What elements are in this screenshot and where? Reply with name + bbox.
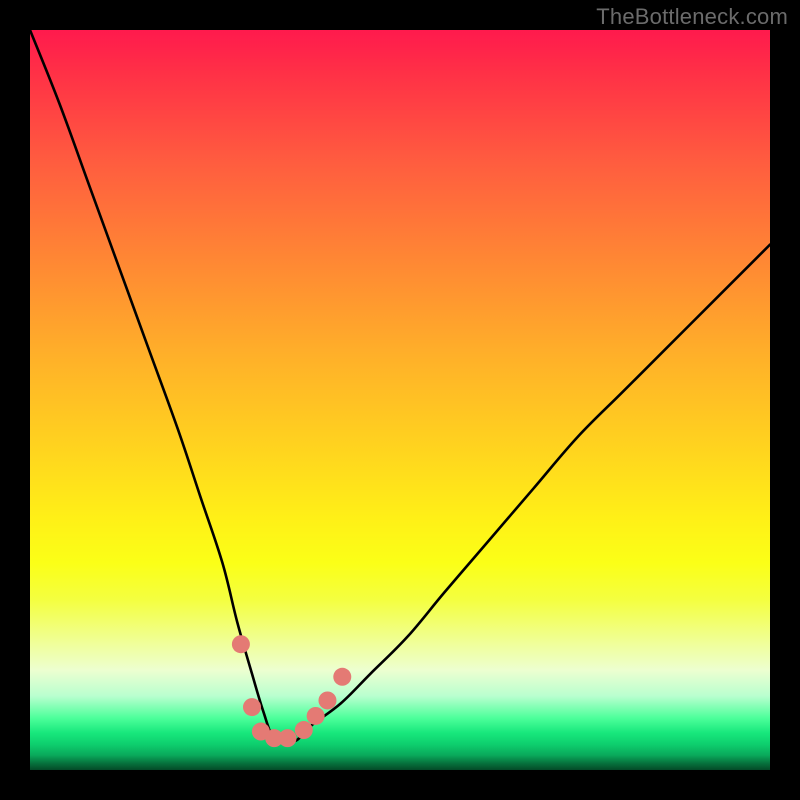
bottleneck-curve [30,30,770,743]
frame-right [770,0,800,800]
frame-bottom [0,770,800,800]
curve-marker [232,635,250,653]
curve-marker [243,698,261,716]
frame-left [0,0,30,800]
bottleneck-curve-svg [30,30,770,770]
curve-marker [307,707,325,725]
watermark-text: TheBottleneck.com [596,4,788,30]
curve-marker [279,729,297,747]
curve-markers [232,635,351,747]
curve-marker [333,668,351,686]
curve-marker [295,721,313,739]
curve-marker [318,691,336,709]
